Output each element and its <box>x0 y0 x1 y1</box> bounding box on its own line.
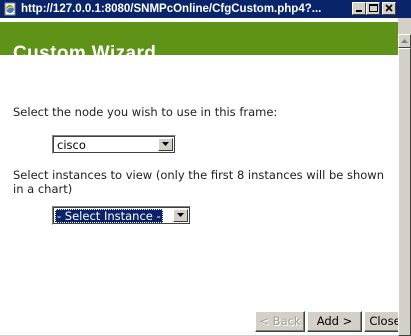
chevron-down-icon <box>177 213 184 217</box>
add-button[interactable]: Add > <box>307 311 362 332</box>
node-select-value: cisco <box>57 138 86 152</box>
instance-label: Select instances to view (only the first… <box>13 168 384 196</box>
scrollbar-thumb[interactable] <box>398 48 411 336</box>
close-window-button[interactable] <box>382 2 396 15</box>
close-icon <box>385 4 393 12</box>
chevron-down-icon <box>162 142 169 146</box>
instance-select-value: - Select Instance - <box>55 209 163 223</box>
title-bar[interactable]: http://127.0.0.1:8080/SNMPcOnline/CfgCus… <box>0 0 411 18</box>
scroll-up-icon <box>401 39 408 43</box>
ie-page-icon <box>3 1 17 16</box>
wizard-window: http://127.0.0.1:8080/SNMPcOnline/CfgCus… <box>0 0 411 336</box>
minimize-button[interactable] <box>352 2 366 15</box>
back-button[interactable]: < Back <box>255 311 305 332</box>
maximize-icon <box>369 4 378 12</box>
node-label: Select the node you wish to use in this … <box>13 105 278 119</box>
node-select[interactable]: cisco <box>52 135 176 154</box>
instance-select[interactable]: - Select Instance - <box>52 206 191 225</box>
maximize-button[interactable] <box>366 2 380 15</box>
scrollbar-top <box>398 18 411 34</box>
window-title: http://127.0.0.1:8080/SNMPcOnline/CfgCus… <box>21 3 322 15</box>
minimize-icon <box>356 10 362 12</box>
node-select-dropdown-button[interactable] <box>158 138 173 151</box>
instance-select-dropdown-button[interactable] <box>173 209 188 222</box>
page-title: Custom Wizard <box>13 43 157 64</box>
scroll-up-button[interactable] <box>398 34 411 48</box>
